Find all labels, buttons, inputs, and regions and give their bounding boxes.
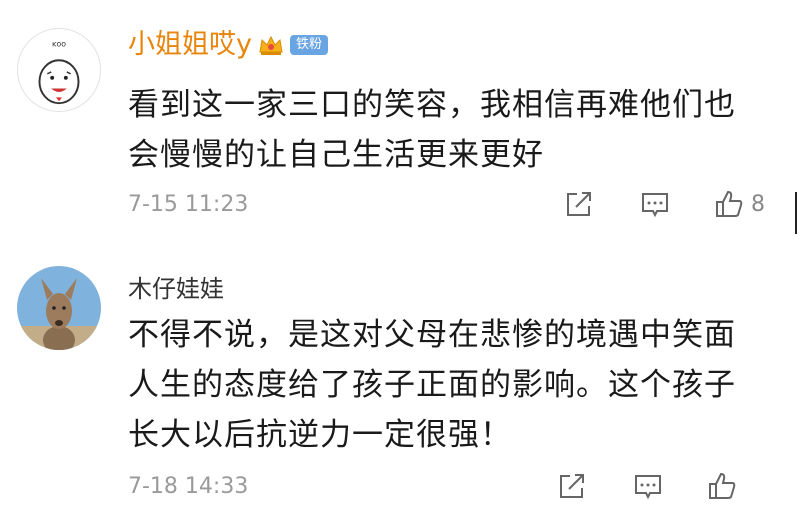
avatar[interactable] [17,266,101,350]
comment-line: 人生的态度给了孩子正面的影响。这个孩子 [128,367,736,403]
name-row: 小姐姐哎y 铁粉 [128,26,328,64]
comment-text: 看到这一家三口的笑容，我相信再难他们也 会慢慢的让自己生活更来更好 [128,80,778,180]
comment-line: 长大以后抗逆力一定很强！ [128,417,512,453]
like-button[interactable] [706,470,738,502]
comment-line: 会慢慢的让自己生活更来更好 [128,137,544,173]
comment-button[interactable] [632,470,664,502]
avatar-text: ᴋᴏᴏ [52,40,66,49]
scrollbar-edge [795,192,797,234]
like-button[interactable]: 8 [713,188,765,220]
username[interactable]: 小姐姐哎y [128,26,252,64]
crown-icon [259,35,283,55]
like-count: 8 [751,191,765,217]
comment-timestamp: 7-18 14:33 [128,474,249,499]
avatar[interactable]: ᴋᴏᴏ [17,28,101,112]
username[interactable]: 木仔娃娃 [128,270,224,308]
comment-timestamp: 7-15 11:23 [128,192,249,217]
action-bar [556,470,738,502]
kangaroo-avatar [17,266,101,350]
share-button[interactable] [556,470,588,502]
comment-line: 不得不说，是这对父母在悲惨的境遇中笑面 [128,317,736,353]
comment-text: 不得不说，是这对父母在悲惨的境遇中笑面 人生的态度给了孩子正面的影响。这个孩子 … [128,310,778,460]
fan-badge: 铁粉 [289,35,328,55]
share-icon [560,474,584,498]
thumbs-up-icon [709,472,736,499]
comment-item: 木仔娃娃 不得不说，是这对父母在悲惨的境遇中笑面 人生的态度给了孩子正面的影响。… [0,258,800,519]
name-row: 木仔娃娃 [128,270,224,308]
action-bar: 8 [563,188,765,220]
cartoon-face-avatar: ᴋᴏᴏ [38,40,80,105]
comment-icon [642,193,668,218]
comment-item: ᴋᴏᴏ 小姐姐哎y 铁粉 看到这一家三口的笑容，我相信再难他们也 会慢慢的让自己… [0,0,800,240]
thumbs-up-icon [716,190,743,217]
share-button[interactable] [563,188,595,220]
comment-icon [635,475,661,500]
share-icon [567,192,591,216]
comment-button[interactable] [639,188,671,220]
comment-line: 看到这一家三口的笑容，我相信再难他们也 [128,87,736,123]
